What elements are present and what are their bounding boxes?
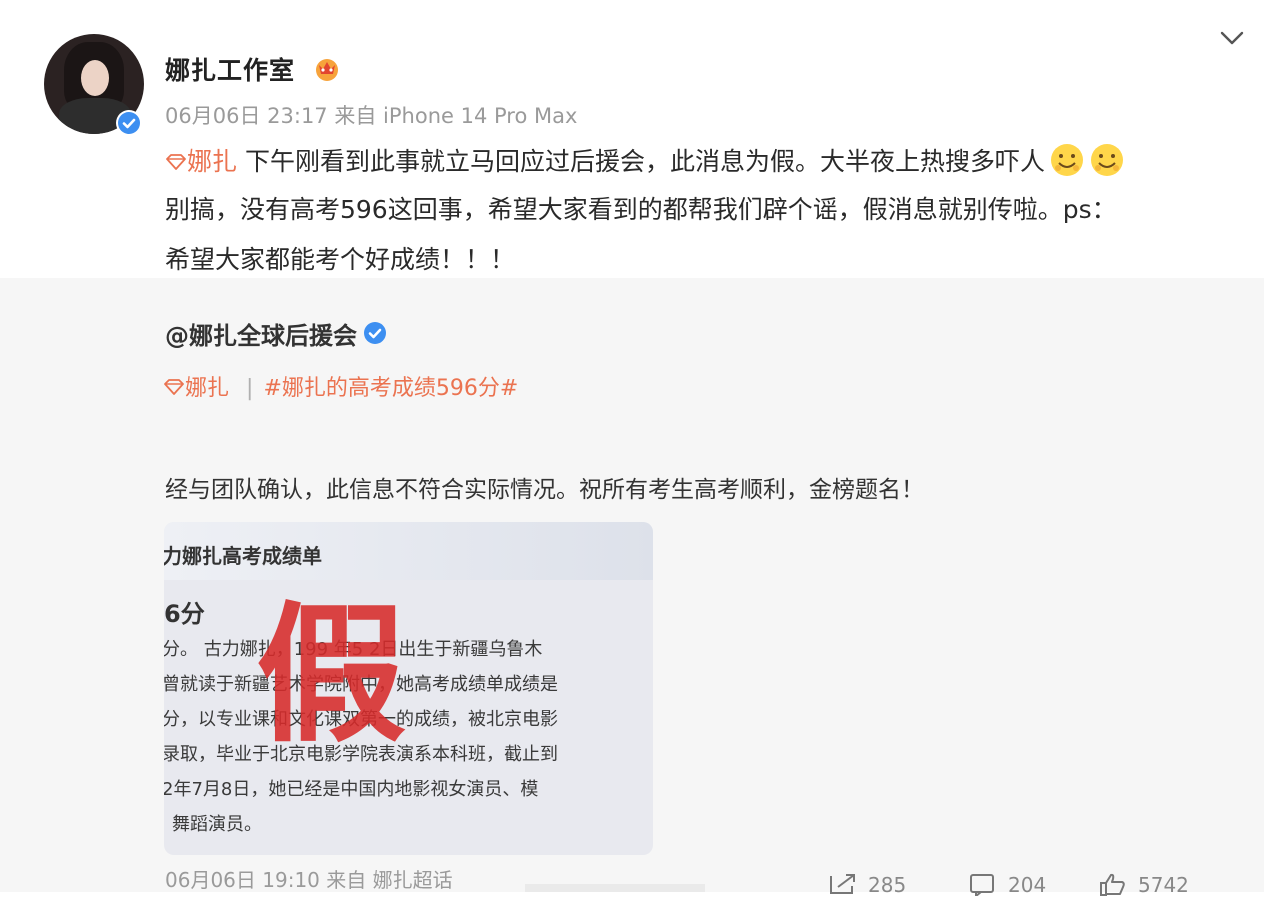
image-text-line: 舞蹈演员。 xyxy=(172,814,262,835)
image-text-line: 2年7月8日，她已经是中国内地影视女演员、模 xyxy=(164,779,539,800)
author-name[interactable]: 娜扎工作室 xyxy=(165,51,295,87)
super-topic-label: 娜扎 xyxy=(187,147,238,176)
repost-super-topic-label: 娜扎 xyxy=(185,376,230,401)
repost-source[interactable]: 娜扎超话 xyxy=(373,868,453,892)
repost-tags: 娜扎 | #娜扎的高考成绩596分# xyxy=(163,370,518,402)
post-source-prefix: 来自 xyxy=(334,104,377,128)
verified-icon xyxy=(116,110,142,136)
image-title: 力娜扎高考成绩单 xyxy=(164,544,322,568)
post-date: 06月06日 xyxy=(165,104,261,128)
comment-button[interactable]: 204 xyxy=(968,872,1046,897)
share-icon xyxy=(830,874,855,894)
post-text-line-2: 别搞，没有高考596这回事，希望大家看到的都帮我们辟个谣，假消息就别传啦。ps： xyxy=(165,195,1117,224)
repost-author[interactable]: @娜扎全球后援会 xyxy=(165,316,357,351)
repost-super-topic-link[interactable]: 娜扎 xyxy=(163,376,236,401)
comment-count: 204 xyxy=(1008,873,1047,897)
repost-count: 285 xyxy=(868,873,907,897)
post-text-line-1: 娜扎 下午刚看到此事就立马回应过后援会，此消息为假。大半夜上热搜多吓人 xyxy=(165,142,1125,178)
repost-date: 06月06日 xyxy=(165,868,256,892)
member-crown-icon xyxy=(316,59,338,81)
repost-verified-icon xyxy=(362,320,388,350)
post-time: 23:17 xyxy=(267,104,328,128)
repost-image[interactable]: 力娜扎高考成绩单 6分 分。 古力娜扎，199 年5 2日出生于新疆乌鲁木 曾就… xyxy=(164,522,653,855)
post-text-line-3: 希望大家都能考个好成绩！！！ xyxy=(165,245,516,274)
diamond-icon xyxy=(166,154,186,170)
comment-icon xyxy=(970,874,994,897)
fake-stamp: 假 xyxy=(256,587,407,763)
post-source[interactable]: iPhone 14 Pro Max xyxy=(383,104,577,128)
super-topic-link[interactable]: 娜扎 xyxy=(165,147,245,176)
chevron-down-icon[interactable] xyxy=(1218,28,1246,48)
tag-separator: | xyxy=(246,376,254,401)
grin-emoji-icon xyxy=(1090,144,1123,176)
like-count: 5742 xyxy=(1138,873,1189,897)
repost-source-prefix: 来自 xyxy=(326,868,367,892)
divider xyxy=(525,884,705,892)
post-meta: 06月06日 23:17 来自 iPhone 14 Pro Max xyxy=(165,100,577,130)
repost-button[interactable]: 285 xyxy=(828,872,906,897)
weibo-post: 娜扎工作室 06月06日 23:17 来自 iPhone 14 Pro Max … xyxy=(0,0,1264,897)
repost-time: 19:10 xyxy=(262,868,320,892)
post-text-1: 下午刚看到此事就立马回应过后援会，此消息为假。大半夜上热搜多吓人 xyxy=(244,147,1045,176)
hashtag-link[interactable]: #娜扎的高考成绩596分# xyxy=(263,376,518,401)
thumbs-up-icon xyxy=(1100,873,1125,896)
diamond-icon xyxy=(164,379,184,395)
like-button[interactable]: 5742 xyxy=(1098,872,1189,897)
repost-meta: 06月06日 19:10 来自 娜扎超话 xyxy=(165,864,453,893)
avatar-face xyxy=(81,60,109,96)
grin-emoji-icon xyxy=(1050,144,1083,176)
image-score: 6分 xyxy=(164,600,205,628)
repost-body: 经与团队确认，此信息不符合实际情况。祝所有考生高考顺利，金榜题名！ xyxy=(165,477,924,503)
